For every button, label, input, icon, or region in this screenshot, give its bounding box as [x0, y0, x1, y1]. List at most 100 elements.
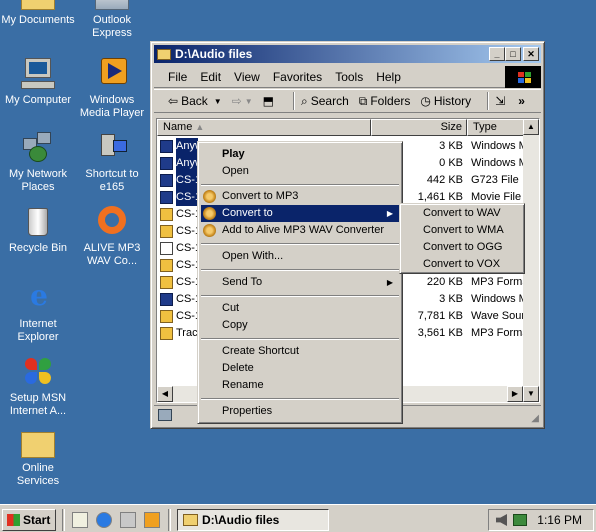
move-to-button[interactable]: ⇲	[495, 94, 508, 108]
menu-item-add-to-alive[interactable]: Add to Alive MP3 WAV Converter	[201, 222, 399, 239]
mp3-file-icon	[160, 208, 173, 221]
desktop-icon-windows-media-player[interactable]: Windows Media Player	[74, 58, 150, 120]
menu-item-convert-to-wma[interactable]: Convert to WMA	[403, 222, 521, 239]
toolbar-separator	[293, 92, 295, 110]
convert-to-submenu: Convert to WAV Convert to WMA Convert to…	[399, 203, 525, 274]
search-button[interactable]: ⌕ Search	[301, 94, 349, 109]
close-button[interactable]: ✕	[523, 47, 539, 61]
desktop-icon-outlook-express[interactable]: Outlook Express	[74, 0, 150, 40]
desktop-icon-shortcut-e165[interactable]: Shortcut to e165	[74, 132, 150, 194]
chevron-down-icon[interactable]: ▼	[245, 97, 253, 106]
wave-file-icon	[160, 310, 173, 323]
outlook-express-icon[interactable]	[120, 512, 136, 528]
column-header-size[interactable]: Size	[371, 119, 467, 136]
lifebuoy-icon	[95, 206, 129, 238]
search-icon: ⌕	[301, 93, 308, 108]
up-folder-button[interactable]: ⬒	[263, 94, 277, 108]
menu-item-open[interactable]: Open	[201, 163, 399, 180]
menu-separator	[201, 243, 399, 245]
menu-item-open-with[interactable]: Open With...	[201, 248, 399, 265]
minimize-button[interactable]: _	[489, 47, 505, 61]
desktop-icon-my-computer[interactable]: My Computer	[0, 58, 76, 107]
forward-button[interactable]: ⇨ ▼	[232, 94, 253, 108]
chevron-down-icon[interactable]: ▼	[214, 97, 222, 106]
converter-gear-icon	[203, 190, 216, 203]
menu-item-copy[interactable]: Copy	[201, 317, 399, 334]
menu-help[interactable]: Help	[376, 70, 401, 84]
scroll-left-button[interactable]: ◀	[157, 386, 173, 402]
mp3-file-icon	[160, 225, 173, 238]
toolbar-more-icon[interactable]: »	[518, 94, 525, 108]
folders-button[interactable]: ⧉ Folders	[359, 94, 411, 109]
menu-item-cut[interactable]: Cut	[201, 300, 399, 317]
up-folder-icon: ⬒	[262, 94, 274, 108]
menu-item-convert-to-mp3[interactable]: Convert to MP3	[201, 188, 399, 205]
internet-explorer-icon[interactable]	[96, 512, 112, 528]
desktop-icon-online-services[interactable]: Online Services	[0, 432, 76, 488]
mp3-file-icon	[160, 276, 173, 289]
menu-item-convert-to[interactable]: Convert to ▶	[201, 205, 399, 222]
menu-view[interactable]: View	[234, 70, 260, 84]
menu-edit[interactable]: Edit	[200, 70, 221, 84]
menu-separator	[201, 338, 399, 340]
menu-file[interactable]: File	[168, 70, 187, 84]
network-status-icon[interactable]	[513, 514, 527, 526]
quick-launch-separator	[62, 509, 65, 531]
menu-item-convert-to-wav[interactable]: Convert to WAV	[403, 205, 521, 222]
title-bar[interactable]: D:\Audio files _ □ ✕	[154, 45, 541, 63]
media-player-icon[interactable]	[144, 512, 160, 528]
maximize-button[interactable]: □	[505, 47, 521, 61]
outlook-icon	[95, 0, 129, 10]
menu-item-play[interactable]: Play	[201, 146, 399, 163]
menu-item-rename[interactable]: Rename	[201, 377, 399, 394]
scroll-right-button[interactable]: ▶	[507, 386, 523, 402]
scroll-down-button[interactable]: ▼	[523, 386, 539, 402]
vertical-scrollbar[interactable]: ▲ ▼	[523, 119, 539, 402]
menu-item-properties[interactable]: Properties	[201, 403, 399, 420]
media-file-icon	[160, 293, 173, 306]
folders-icon: ⧉	[358, 93, 368, 108]
menu-item-convert-to-vox[interactable]: Convert to VOX	[403, 256, 521, 273]
folder-icon	[21, 432, 55, 458]
taskbar-button-audio-files[interactable]: D:\Audio files	[177, 509, 329, 531]
menu-item-send-to[interactable]: Send To ▶	[201, 274, 399, 291]
desktop-icon-setup-msn[interactable]: Setup MSN Internet A...	[0, 356, 76, 418]
back-button[interactable]: ⇦ Back ▼	[168, 94, 222, 108]
menu-separator	[201, 184, 399, 186]
menu-item-delete[interactable]: Delete	[201, 360, 399, 377]
history-button[interactable]: ◷ History	[420, 94, 471, 108]
menu-separator	[201, 269, 399, 271]
file-icon	[160, 242, 173, 255]
media-file-icon	[160, 140, 173, 153]
quick-launch-separator	[168, 509, 171, 531]
desktop-icon-alive-mp3[interactable]: ALIVE MP3 WAV Co...	[74, 206, 150, 268]
converter-gear-icon	[203, 207, 216, 220]
computer-icon	[158, 409, 172, 421]
forward-arrow-icon: ⇨	[231, 94, 242, 108]
menu-favorites[interactable]: Favorites	[273, 70, 322, 84]
desktop-icon-recycle-bin[interactable]: Recycle Bin	[0, 206, 76, 255]
menu-item-create-shortcut[interactable]: Create Shortcut	[201, 343, 399, 360]
column-header-type[interactable]: Type	[467, 119, 527, 136]
toolbar-separator	[487, 92, 490, 110]
move-to-icon: ⇲	[495, 94, 506, 108]
folder-icon	[183, 514, 198, 526]
desktop-icon-my-network-places[interactable]: My Network Places	[0, 132, 76, 194]
menu-tools[interactable]: Tools	[335, 70, 363, 84]
sort-ascending-icon: ▲	[195, 122, 205, 132]
speaker-icon[interactable]	[496, 514, 507, 526]
windows-flag-icon	[7, 514, 20, 526]
start-button[interactable]: Start	[2, 509, 56, 531]
window-title: D:\Audio files	[175, 47, 253, 61]
show-desktop-icon[interactable]	[72, 512, 88, 528]
clock[interactable]: 1:16 PM	[537, 510, 582, 530]
menu-item-convert-to-ogg[interactable]: Convert to OGG	[403, 239, 521, 256]
folder-icon	[21, 0, 55, 10]
menu-bar: File Edit View Favorites Tools Help	[154, 66, 541, 88]
desktop-icon-internet-explorer[interactable]: e Internet Explorer	[0, 282, 76, 344]
scroll-up-button[interactable]: ▲	[523, 119, 539, 135]
resize-grip-icon[interactable]: ◢	[531, 413, 539, 424]
recycle-bin-icon	[21, 206, 55, 238]
column-header-name[interactable]: Name ▲	[157, 119, 371, 136]
desktop-icon-my-documents[interactable]: My Documents	[0, 0, 76, 27]
